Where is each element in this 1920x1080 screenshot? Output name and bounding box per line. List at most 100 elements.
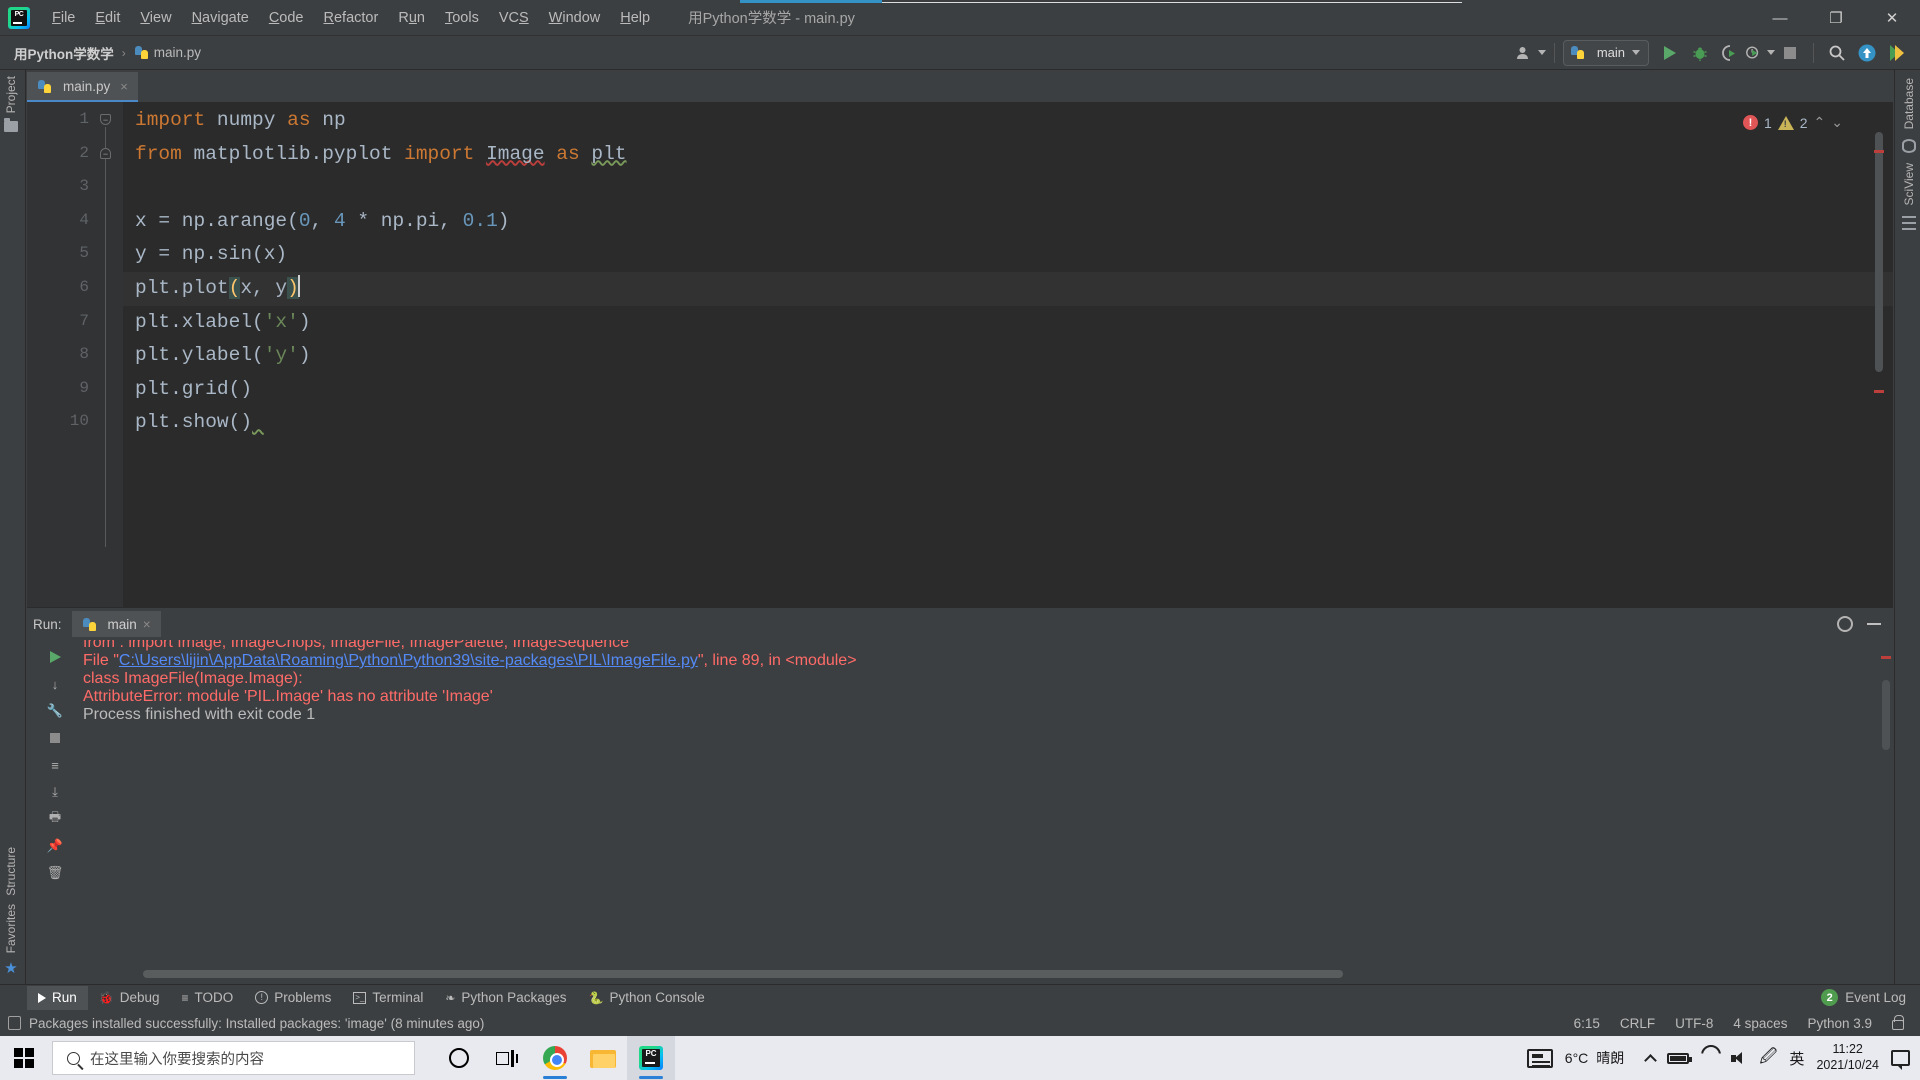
scroll-down-icon[interactable]: ↓ xyxy=(46,675,64,693)
python-interpreter[interactable]: Python 3.9 xyxy=(1807,1016,1872,1031)
menu-item-vcs[interactable]: VCS xyxy=(489,7,539,29)
menu-item-refactor[interactable]: Refactor xyxy=(314,7,389,29)
pycharm-taskbar-icon[interactable]: PC xyxy=(627,1036,675,1080)
cortana-icon[interactable] xyxy=(435,1036,483,1080)
unlock-icon[interactable] xyxy=(1892,1014,1904,1030)
file-encoding[interactable]: UTF-8 xyxy=(1675,1016,1713,1031)
tool-window-terminal[interactable]: >_ Terminal xyxy=(342,986,434,1010)
code-line[interactable]: from matplotlib.pyplot import Image as p… xyxy=(123,138,1893,172)
menu-item-code[interactable]: Code xyxy=(259,7,314,29)
run-configuration-selector[interactable]: main xyxy=(1562,39,1649,66)
maximize-button[interactable]: ❐ xyxy=(1808,0,1864,36)
code-line[interactable]: plt.grid() xyxy=(123,373,1893,407)
show-hidden-icons-icon[interactable] xyxy=(1644,1053,1658,1067)
wrap-text-icon[interactable]: ≡ xyxy=(46,756,64,774)
pen-input-icon[interactable]: 🖉 xyxy=(1759,1044,1777,1073)
folder-icon[interactable] xyxy=(4,118,18,133)
tool-window-debug[interactable]: 🐞 Debug xyxy=(88,986,171,1010)
settings-wrench-icon[interactable]: 🔧 xyxy=(46,702,64,720)
breadcrumb-project[interactable]: 用Python学数学 xyxy=(14,43,114,63)
menu-item-file[interactable]: File xyxy=(42,7,85,29)
tool-window-python-console[interactable]: 🐍 Python Console xyxy=(577,986,715,1010)
run-with-coverage-button[interactable] xyxy=(1715,39,1745,67)
run-tab-main[interactable]: main × xyxy=(71,611,161,637)
code-line[interactable] xyxy=(123,171,1893,205)
console-horizontal-scrollbar[interactable] xyxy=(83,970,1885,980)
notifications-icon[interactable] xyxy=(1891,1050,1910,1070)
run-button[interactable] xyxy=(1655,39,1685,67)
profile-button[interactable] xyxy=(1745,39,1775,67)
code-line[interactable]: plt.show() xyxy=(123,406,1893,440)
file-explorer-icon[interactable] xyxy=(579,1036,627,1080)
chevron-down-icon-inspect[interactable]: ⌄ xyxy=(1831,114,1843,131)
minimize-button[interactable]: — xyxy=(1752,0,1808,36)
delete-icon[interactable]: 🗑 xyxy=(46,864,64,882)
tool-window-python-packages[interactable]: ❧ Python Packages xyxy=(434,986,577,1010)
taskbar-search-input[interactable]: 在这里输入你要搜索的内容 xyxy=(52,1041,415,1075)
chrome-icon[interactable] xyxy=(531,1036,579,1080)
code-line[interactable]: import numpy as np xyxy=(123,104,1893,138)
code-line[interactable]: plt.ylabel('y') xyxy=(123,339,1893,373)
wifi-icon[interactable] xyxy=(1701,1052,1719,1065)
menu-item-edit[interactable]: Edit xyxy=(85,7,130,29)
chevron-up-icon[interactable]: ⌃ xyxy=(1814,114,1826,131)
print-icon[interactable]: 🖶 xyxy=(46,809,64,828)
minimize-icon[interactable] xyxy=(1867,623,1881,625)
sidebar-item-structure[interactable]: Structure xyxy=(4,847,18,896)
fold-marker-start[interactable]: − xyxy=(100,114,111,125)
fold-marker-end[interactable]: − xyxy=(100,148,111,159)
star-icon[interactable]: ★ xyxy=(4,961,17,976)
menu-item-view[interactable]: View xyxy=(130,7,181,29)
weather-description[interactable]: 晴朗 xyxy=(1596,1048,1624,1068)
pin-icon[interactable]: 📌 xyxy=(46,837,64,855)
sidebar-item-project[interactable]: Project xyxy=(4,76,18,113)
console-output[interactable]: File "C:\Users\lijin\AppData\Roaming\Pyt… xyxy=(83,640,1893,960)
editor-tab-main-py[interactable]: main.py × xyxy=(27,72,138,102)
code-line[interactable]: plt.xlabel('x') xyxy=(123,306,1893,340)
line-separator[interactable]: CRLF xyxy=(1620,1016,1655,1031)
run-tab-close-icon[interactable]: × xyxy=(143,617,151,632)
scroll-to-end-icon[interactable]: ⤓ xyxy=(46,783,64,801)
breadcrumb-file[interactable]: main.py xyxy=(154,45,201,60)
indent-setting[interactable]: 4 spaces xyxy=(1733,1016,1787,1031)
editor-scrollbar[interactable] xyxy=(1873,102,1885,607)
sidebar-item-favorites[interactable]: Favorites xyxy=(4,904,18,953)
tool-window-problems[interactable]: ! Problems xyxy=(244,986,342,1010)
sciview-icon[interactable] xyxy=(1902,215,1916,230)
tool-window-todo[interactable]: ≡ TODO xyxy=(171,986,245,1010)
push-commits-icon[interactable] xyxy=(1882,39,1912,67)
windows-start-icon[interactable] xyxy=(0,1036,48,1080)
search-everywhere-icon[interactable] xyxy=(1822,39,1852,67)
gear-icon[interactable] xyxy=(1837,616,1853,632)
user-profile-icon[interactable] xyxy=(1516,39,1546,67)
update-project-icon[interactable] xyxy=(1852,39,1882,67)
sidebar-item-sciview[interactable]: SciView xyxy=(1902,163,1916,205)
editor-scroll-thumb[interactable] xyxy=(1875,132,1883,372)
weather-temperature[interactable]: 6°C xyxy=(1565,1050,1589,1066)
inspections-widget[interactable]: ! 1 2 ⌃ ⌄ xyxy=(1742,114,1843,131)
debug-button[interactable] xyxy=(1685,39,1715,67)
menu-item-help[interactable]: Help xyxy=(610,7,660,29)
volume-icon[interactable] xyxy=(1731,1051,1747,1065)
taskbar-clock[interactable]: 11:22 2021/10/24 xyxy=(1816,1042,1879,1073)
news-weather-icon[interactable] xyxy=(1526,1048,1553,1068)
editor-gutter[interactable]: 1 2 3 4 5 6 7 8 9 10 − − xyxy=(27,102,123,607)
menu-item-navigate[interactable]: Navigate xyxy=(182,7,259,29)
code-editor[interactable]: 1 2 3 4 5 6 7 8 9 10 − − import numpy as np from m… xyxy=(27,102,1893,607)
error-marker-1[interactable] xyxy=(1874,150,1884,153)
console-hscroll-thumb[interactable] xyxy=(143,970,1343,978)
stop-button[interactable] xyxy=(1775,39,1805,67)
menu-item-window[interactable]: Window xyxy=(539,7,611,29)
caret-position[interactable]: 6:15 xyxy=(1574,1016,1600,1031)
menu-item-tools[interactable]: Tools xyxy=(435,7,489,29)
menu-item-run[interactable]: Run xyxy=(388,7,435,29)
tool-window-run[interactable]: Run xyxy=(27,985,88,1010)
error-marker-2[interactable] xyxy=(1874,390,1884,393)
database-icon[interactable] xyxy=(1902,139,1916,154)
console-scroll-thumb[interactable] xyxy=(1882,680,1890,750)
stop-icon[interactable] xyxy=(46,729,64,747)
close-icon[interactable]: × xyxy=(120,79,128,94)
ime-language-indicator[interactable]: 英 xyxy=(1789,1048,1804,1069)
rerun-icon[interactable] xyxy=(46,648,64,666)
battery-icon[interactable] xyxy=(1667,1052,1693,1064)
